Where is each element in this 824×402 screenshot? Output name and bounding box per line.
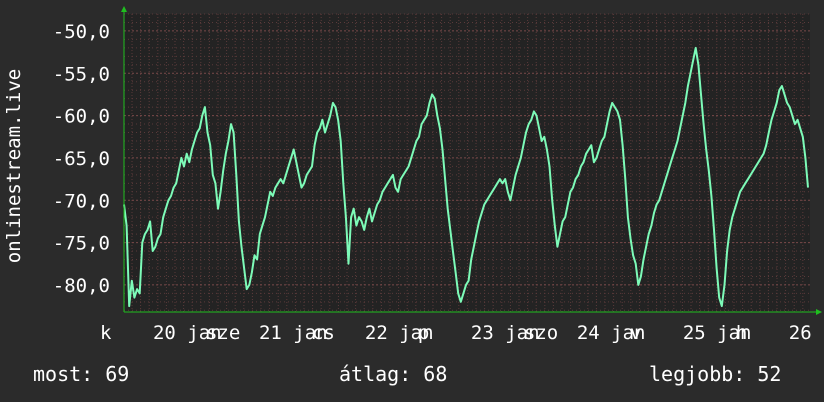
- y-tick-label: -65,0: [53, 148, 110, 170]
- y-axis-label: onlinestream.live: [3, 69, 25, 263]
- y-axis-ticks: -50,0 -55,0 -60,0 -65,0 -70,0 -75,0 -80,0: [53, 21, 110, 297]
- best-value: legjobb: 52: [649, 362, 782, 386]
- x-axis-arrow: [816, 309, 822, 315]
- x-tick-label: 26 jan: [789, 322, 824, 344]
- y-tick-label: -70,0: [53, 190, 110, 212]
- x-tick-label: szo: [524, 322, 558, 344]
- x-axis-ticks: k 20 jansze 21 jancs 22 janp 23 janszo 24 jan…: [100, 322, 824, 344]
- y-tick-label: -55,0: [53, 63, 110, 85]
- x-tick-label: p: [418, 322, 429, 344]
- line-chart: -50,0 -55,0 -60,0 -65,0 -70,0 -75,0 -80,0 k 20 …: [3, 6, 824, 344]
- y-axis-arrow: [121, 6, 127, 12]
- x-tick-label: cs: [312, 322, 335, 344]
- y-tick-label: -75,0: [53, 233, 110, 255]
- current-value: most: 69: [33, 362, 130, 386]
- x-tick-label: h: [736, 322, 747, 344]
- average-value: átlag: 68: [339, 362, 448, 386]
- x-tick-label: sze: [206, 322, 240, 344]
- x-tick-label: k: [100, 322, 112, 344]
- y-tick-label: -50,0: [53, 21, 110, 43]
- y-tick-label: -60,0: [53, 106, 110, 128]
- y-tick-label: -80,0: [53, 275, 110, 297]
- x-tick-label: v: [630, 322, 641, 344]
